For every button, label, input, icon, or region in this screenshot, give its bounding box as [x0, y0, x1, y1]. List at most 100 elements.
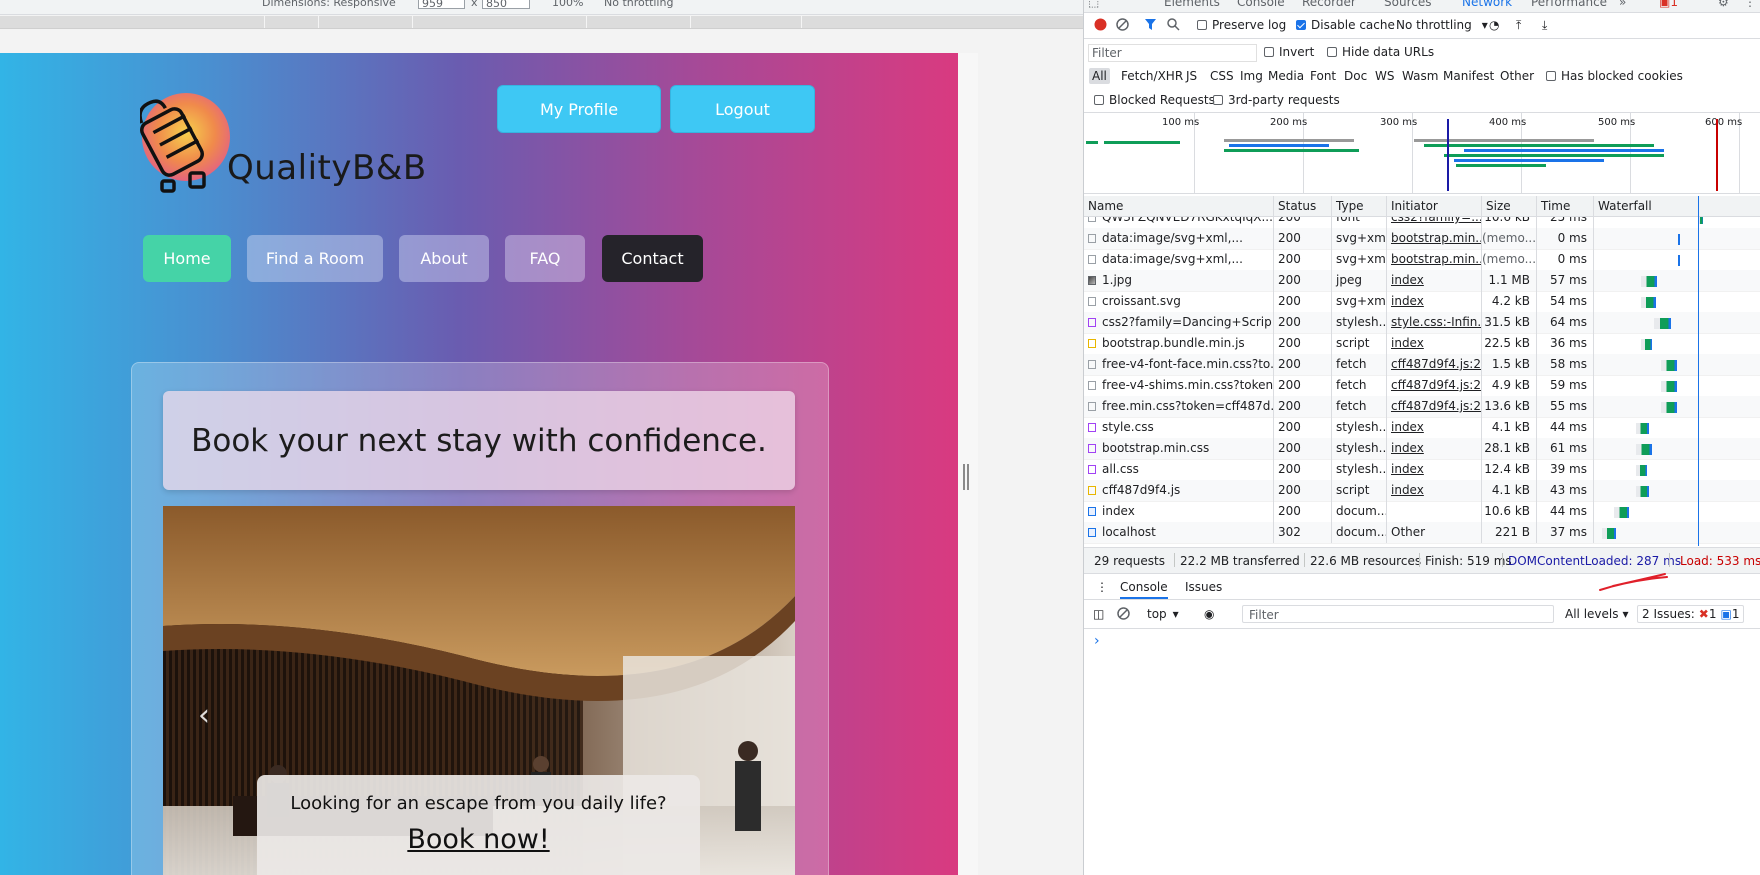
- tab-recorder[interactable]: Recorder: [1302, 0, 1356, 9]
- request-row[interactable]: index 200 docum... 10.6 kB 44 ms: [1084, 501, 1760, 523]
- request-initiator[interactable]: index: [1387, 417, 1482, 438]
- nav-contact[interactable]: Contact: [602, 235, 703, 282]
- console-filter-input[interactable]: Filter: [1242, 605, 1554, 623]
- settings-gear-icon[interactable]: ⚙: [1718, 0, 1729, 9]
- request-initiator[interactable]: bootstrap.min...: [1387, 228, 1482, 249]
- request-row[interactable]: all.css 200 stylesh... index 12.4 kB 39 ms: [1084, 459, 1760, 481]
- type-media[interactable]: Media: [1265, 68, 1307, 84]
- tab-performance[interactable]: Performance: [1531, 0, 1607, 9]
- request-initiator[interactable]: index: [1387, 480, 1482, 501]
- col-waterfall[interactable]: Waterfall: [1594, 196, 1760, 216]
- drawer-tab-issues[interactable]: Issues: [1185, 580, 1222, 594]
- kebab-menu-icon[interactable]: ⋮: [1744, 0, 1756, 9]
- import-har-icon[interactable]: ⤒: [1516, 18, 1521, 33]
- type-css[interactable]: CSS: [1207, 68, 1237, 84]
- request-initiator[interactable]: index: [1387, 270, 1482, 291]
- type-img[interactable]: Img: [1237, 68, 1266, 84]
- blocked-requests-checkbox[interactable]: Blocked Requests: [1094, 93, 1215, 107]
- console-prompt[interactable]: ›: [1094, 633, 1100, 649]
- brand-name[interactable]: QualityB&B: [227, 148, 427, 188]
- request-name-text[interactable]: index: [1102, 504, 1135, 518]
- request-row[interactable]: cff487d9f4.js 200 script index 4.1 kB 43 ms: [1084, 480, 1760, 502]
- request-name-text[interactable]: free-v4-shims.min.css?token...: [1102, 378, 1273, 392]
- request-name-text[interactable]: QW3FZQNVED7RGKxtqIqX...: [1102, 217, 1273, 224]
- request-initiator[interactable]: cff487d9f4.js:2: [1387, 396, 1482, 417]
- dimensions-dropdown[interactable]: Dimensions: Responsive: [262, 0, 396, 9]
- request-name-text[interactable]: data:image/svg+xml,...: [1102, 252, 1243, 266]
- request-initiator[interactable]: bootstrap.min...: [1387, 249, 1482, 270]
- request-name-text[interactable]: style.css: [1102, 420, 1154, 434]
- log-levels-select[interactable]: All levels ▾: [1565, 607, 1629, 621]
- col-size[interactable]: Size: [1482, 196, 1537, 216]
- request-row[interactable]: free-v4-font-face.min.css?to... 200 fetch c…: [1084, 354, 1760, 376]
- nav-home[interactable]: Home: [143, 235, 231, 282]
- clear-icon[interactable]: [1116, 18, 1129, 31]
- request-row[interactable]: bootstrap.bundle.min.js 200 script index 22.…: [1084, 333, 1760, 355]
- col-type[interactable]: Type: [1332, 196, 1387, 216]
- resize-handle[interactable]: [963, 464, 969, 490]
- request-name-text[interactable]: data:image/svg+xml,...: [1102, 231, 1243, 245]
- nav-about[interactable]: About: [399, 235, 489, 282]
- request-initiator[interactable]: cff487d9f4.js:2: [1387, 354, 1482, 375]
- width-input[interactable]: 959: [418, 0, 465, 10]
- record-icon[interactable]: [1094, 18, 1107, 31]
- request-name-text[interactable]: css2?family=Dancing+Scrip...: [1102, 315, 1273, 329]
- error-badge-icon[interactable]: ▣1: [1659, 0, 1678, 9]
- request-row[interactable]: css2?family=Dancing+Scrip... 200 stylesh..…: [1084, 312, 1760, 334]
- network-conditions-icon[interactable]: ◔: [1489, 18, 1499, 32]
- request-name-text[interactable]: bootstrap.bundle.min.js: [1102, 336, 1245, 350]
- type-other[interactable]: Other: [1497, 68, 1537, 84]
- request-name-text[interactable]: cff487d9f4.js: [1102, 483, 1180, 497]
- context-select[interactable]: top ▾: [1147, 607, 1179, 621]
- request-initiator[interactable]: cff487d9f4.js:2: [1387, 375, 1482, 396]
- export-har-icon[interactable]: ⤓: [1542, 18, 1547, 33]
- drawer-menu-icon[interactable]: ⋮: [1096, 580, 1108, 594]
- type-ws[interactable]: WS: [1372, 68, 1397, 84]
- request-initiator[interactable]: css2?family=...: [1387, 217, 1482, 228]
- request-name-text[interactable]: free.min.css?token=cff487d...: [1102, 399, 1273, 413]
- tab-elements[interactable]: Elements: [1164, 0, 1220, 9]
- filter-funnel-icon[interactable]: [1144, 18, 1157, 31]
- blocked-cookies-checkbox[interactable]: Has blocked cookies: [1546, 69, 1683, 83]
- nav-faq[interactable]: FAQ: [505, 235, 585, 282]
- request-name-text[interactable]: bootstrap.min.css: [1102, 441, 1209, 455]
- type-doc[interactable]: Doc: [1341, 68, 1370, 84]
- request-row[interactable]: bootstrap.min.css 200 stylesh... index 28.1 …: [1084, 438, 1760, 460]
- request-row[interactable]: style.css 200 stylesh... index 4.1 kB 44 ms: [1084, 417, 1760, 439]
- logout-button[interactable]: Logout: [670, 85, 815, 133]
- preserve-log-checkbox[interactable]: Preserve log: [1197, 18, 1286, 32]
- book-now-link[interactable]: Book now!: [257, 824, 700, 855]
- request-initiator[interactable]: index: [1387, 333, 1482, 354]
- third-party-checkbox[interactable]: 3rd-party requests: [1213, 93, 1340, 107]
- my-profile-button[interactable]: My Profile: [497, 85, 661, 133]
- request-initiator[interactable]: index: [1387, 438, 1482, 459]
- request-row[interactable]: 1.jpg 200 jpeg index 1.1 MB 57 ms: [1084, 270, 1760, 292]
- request-row[interactable]: croissant.svg 200 svg+xml index 4.2 kB 54 ms: [1084, 291, 1760, 313]
- throttling-select[interactable]: No throttling ▾: [1396, 18, 1488, 32]
- disable-cache-checkbox[interactable]: Disable cache: [1296, 18, 1395, 32]
- height-input[interactable]: 850: [482, 0, 530, 10]
- request-row[interactable]: data:image/svg+xml,... 200 svg+xml bootstra…: [1084, 249, 1760, 271]
- type-all[interactable]: All: [1089, 68, 1110, 84]
- network-overview[interactable]: 100 ms 200 ms 300 ms 400 ms 500 ms 600 m…: [1084, 113, 1760, 194]
- carousel-prev-icon[interactable]: ‹: [198, 698, 210, 733]
- throttle-dropdown[interactable]: No throttling: [604, 0, 673, 9]
- type-font[interactable]: Font: [1307, 68, 1339, 84]
- request-initiator[interactable]: style.css:-Infin...: [1387, 312, 1482, 333]
- search-icon[interactable]: [1167, 18, 1180, 31]
- drawer-tab-console[interactable]: Console: [1120, 580, 1168, 599]
- zoom-dropdown[interactable]: 100%: [552, 0, 583, 9]
- tab-network[interactable]: Network: [1462, 0, 1512, 9]
- request-name-text[interactable]: all.css: [1102, 462, 1139, 476]
- inspect-icon[interactable]: ⬚: [1088, 0, 1099, 9]
- request-name-text[interactable]: croissant.svg: [1102, 294, 1181, 308]
- nav-find-a-room[interactable]: Find a Room: [247, 235, 383, 282]
- request-name-text[interactable]: free-v4-font-face.min.css?to...: [1102, 357, 1273, 371]
- request-initiator[interactable]: Other: [1387, 522, 1482, 543]
- hide-data-urls-checkbox[interactable]: Hide data URLs: [1327, 45, 1434, 59]
- col-initiator[interactable]: Initiator: [1387, 196, 1482, 216]
- tab-console[interactable]: Console: [1237, 0, 1285, 9]
- filter-input[interactable]: Filter: [1088, 44, 1257, 62]
- request-row[interactable]: free-v4-shims.min.css?token... 200 fetch cf…: [1084, 375, 1760, 397]
- issues-counter[interactable]: 2 Issues: ✖ 1 ▣ 1: [1637, 605, 1745, 623]
